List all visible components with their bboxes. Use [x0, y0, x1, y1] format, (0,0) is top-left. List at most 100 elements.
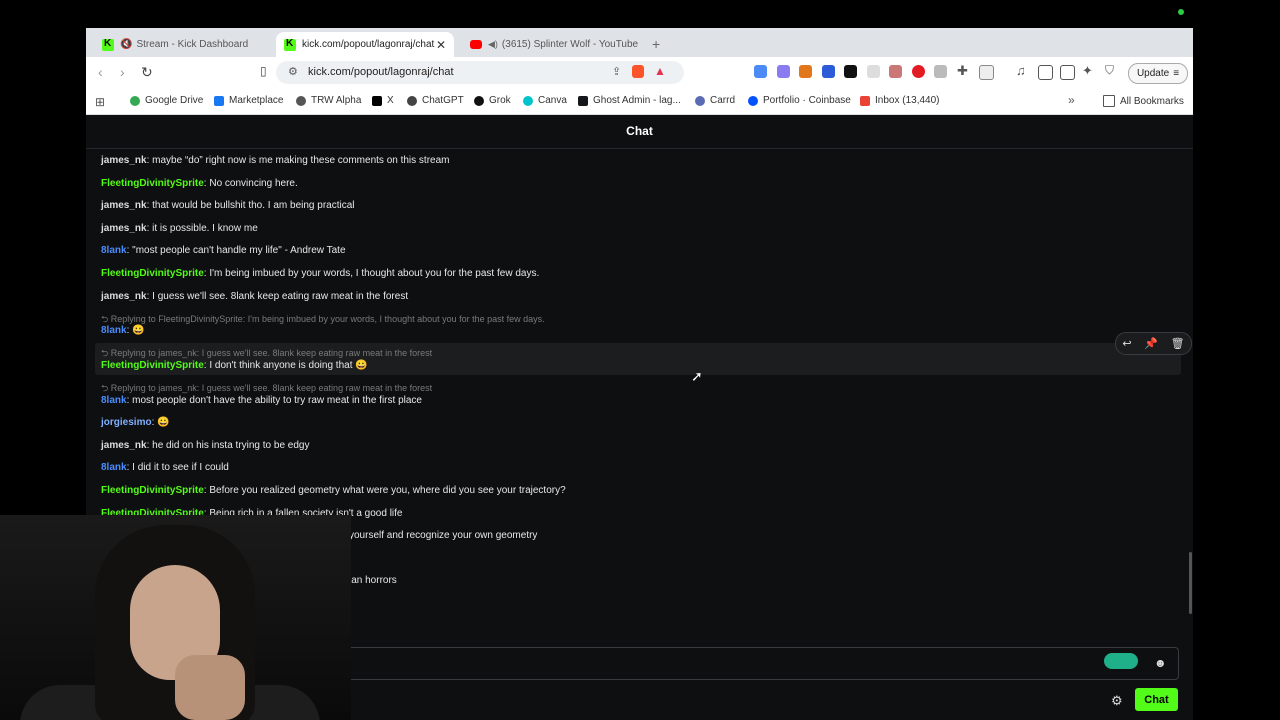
message-text: 😀	[132, 325, 145, 336]
mouse-cursor-icon: ➚	[691, 368, 703, 384]
message-text: most people don't have the ability to tr…	[132, 395, 422, 406]
bookmark-inbox[interactable]: Inbox (13,440)	[860, 95, 940, 106]
bookmark-label: Portfolio · Coinbase	[763, 95, 851, 106]
username[interactable]: james_nk	[101, 291, 147, 302]
grammarly-icon[interactable]	[1104, 653, 1138, 669]
bookmark-label: ChatGPT	[422, 95, 464, 106]
chat-message: FleetingDivinitySprite: Before you reali…	[101, 485, 566, 496]
chat-message: 8lank: I did it to see if I could	[101, 462, 229, 473]
close-tab-icon[interactable]: ✕	[436, 38, 446, 52]
chat-message: james_nk: it is possible. I know me	[101, 223, 258, 234]
site-settings-icon[interactable]: ⚙	[288, 65, 298, 78]
extension-icon[interactable]	[979, 65, 994, 80]
username[interactable]: 8lank	[101, 245, 127, 256]
back-icon[interactable]: ‹	[98, 64, 103, 80]
extension-icon[interactable]	[934, 65, 947, 78]
new-tab-button[interactable]: +	[652, 36, 660, 52]
bookmark-carrd[interactable]: Carrd	[695, 95, 735, 106]
bookmark-chatgpt[interactable]: ChatGPT	[407, 95, 464, 106]
pin-icon[interactable]: 📌	[1144, 337, 1158, 350]
username[interactable]: 8lank	[101, 325, 127, 336]
bookmark-ghost-admin[interactable]: Ghost Admin - lag...	[578, 95, 681, 106]
tab-youtube[interactable]: ◀) (3615) Splinter Wolf - YouTube	[462, 32, 648, 57]
gmail-icon	[860, 95, 870, 106]
bookmark-canva[interactable]: Canva	[523, 95, 567, 106]
username[interactable]: FleetingDivinitySprite	[101, 268, 204, 279]
share-icon[interactable]: ⇪	[612, 65, 621, 78]
username[interactable]: 8lank	[101, 395, 127, 406]
chatgpt-icon	[407, 95, 417, 106]
bookmarks-bar: ⊞ Google Drive Marketplace TRW Alpha X C…	[86, 88, 1193, 115]
extension-icon[interactable]	[889, 65, 902, 78]
extension-icon[interactable]	[822, 65, 835, 78]
reply-icon[interactable]: ↩	[1122, 337, 1131, 350]
extension-icon[interactable]	[867, 65, 880, 78]
menu-icon: ≡	[1173, 68, 1180, 79]
chat-scrollbar[interactable]	[1189, 552, 1192, 614]
reload-icon[interactable]: ↻	[141, 64, 153, 81]
username[interactable]: james_nk	[101, 223, 147, 234]
all-bookmarks[interactable]: All Bookmarks	[1103, 95, 1184, 107]
username[interactable]: 8lank	[101, 462, 127, 473]
grok-icon	[474, 95, 484, 106]
bookmark-x[interactable]: X	[372, 95, 394, 106]
opera-icon[interactable]	[912, 65, 925, 78]
brave-rewards-icon[interactable]: ▲	[654, 64, 666, 78]
music-icon[interactable]: ♫	[1016, 63, 1026, 78]
username[interactable]: FleetingDivinitySprite	[101, 178, 204, 189]
tab-kick-dashboard[interactable]: 🔇 Stream - Kick Dashboard	[94, 32, 274, 57]
username[interactable]: james_nk	[101, 155, 147, 166]
bookmark-label: All Bookmarks	[1120, 95, 1184, 107]
bookmark-trw-alpha[interactable]: TRW Alpha	[296, 95, 361, 106]
tab-strip: 🔇 Stream - Kick Dashboard kick.com/popou…	[86, 28, 1193, 57]
update-button[interactable]: Update ≡	[1128, 63, 1188, 84]
username[interactable]: FleetingDivinitySprite	[101, 485, 204, 496]
chat-message: james_nk: I guess we'll see. 8lank keep …	[101, 291, 409, 302]
puzzle-icon[interactable]: ✚	[957, 63, 968, 79]
more-bookmarks-icon[interactable]: »	[1068, 93, 1075, 107]
chat-message: jorgiesimo: 😀	[101, 417, 170, 428]
send-chat-button[interactable]: Chat	[1135, 688, 1178, 711]
bookmark-icon[interactable]: ▯	[260, 64, 267, 78]
forward-icon[interactable]: ›	[120, 64, 125, 80]
metamask-icon[interactable]	[799, 65, 812, 78]
extension-icon[interactable]	[777, 65, 790, 78]
username[interactable]: james_nk	[101, 200, 147, 211]
message-text: it is possible. I know me	[152, 223, 258, 234]
message-text: "most people can't handle my life" - And…	[132, 245, 346, 256]
carrd-icon	[695, 95, 705, 106]
reply-context[interactable]: ⮌ Replying to FleetingDivinitySprite: I'…	[101, 312, 545, 328]
ghost-icon	[578, 95, 588, 106]
username[interactable]: FleetingDivinitySprite	[101, 360, 204, 371]
message-text: No convincing here.	[209, 178, 298, 189]
bookmark-label: TRW Alpha	[311, 95, 362, 106]
wallet-icon[interactable]	[1060, 65, 1075, 80]
bookmark-google-drive[interactable]: Google Drive	[130, 95, 203, 106]
chat-message: 8lank: most people don't have the abilit…	[101, 395, 422, 406]
extension-icon[interactable]	[754, 65, 767, 78]
chat-message: james_nk: that would be bullshit tho. I …	[101, 200, 355, 211]
extension-icon[interactable]	[844, 65, 857, 78]
bookmark-marketplace[interactable]: Marketplace	[214, 95, 283, 106]
chat-settings-icon[interactable]: ⚙	[1111, 693, 1123, 709]
leo-ai-icon[interactable]: ✦	[1082, 63, 1093, 79]
message-text: that would be bullshit tho. I am being p…	[152, 200, 355, 211]
bookmark-coinbase[interactable]: Portfolio · Coinbase	[748, 95, 851, 106]
username[interactable]: jorgiesimo	[101, 417, 152, 428]
chat-message: FleetingDivinitySprite: I'm being imbued…	[101, 268, 540, 279]
bookmark-grok[interactable]: Grok	[474, 95, 511, 106]
apps-grid-icon[interactable]: ⊞	[95, 95, 105, 109]
tab-label: (3615) Splinter Wolf - YouTube	[501, 39, 639, 50]
vpn-icon[interactable]: ⛉	[1105, 63, 1114, 78]
sidebar-icon[interactable]	[1038, 65, 1053, 80]
delete-icon[interactable]: 🗑	[1171, 337, 1185, 350]
username[interactable]: james_nk	[101, 440, 147, 451]
brave-shield-icon[interactable]	[632, 65, 644, 78]
chat-message: james_nk: he did on his insta trying to …	[101, 440, 310, 451]
reply-text: Replying to james_nk: I guess we'll see.…	[110, 348, 433, 358]
address-bar[interactable]: ⚙ kick.com/popout/lagonraj/chat ⇪ ▲	[276, 61, 684, 84]
kick-icon	[102, 38, 114, 51]
emoji-icon[interactable]: ☻	[1154, 656, 1167, 670]
message-text: I don't think anyone is doing that 😀	[209, 360, 368, 371]
tab-kick-chat[interactable]: kick.com/popout/lagonraj/chat ✕	[276, 32, 454, 57]
